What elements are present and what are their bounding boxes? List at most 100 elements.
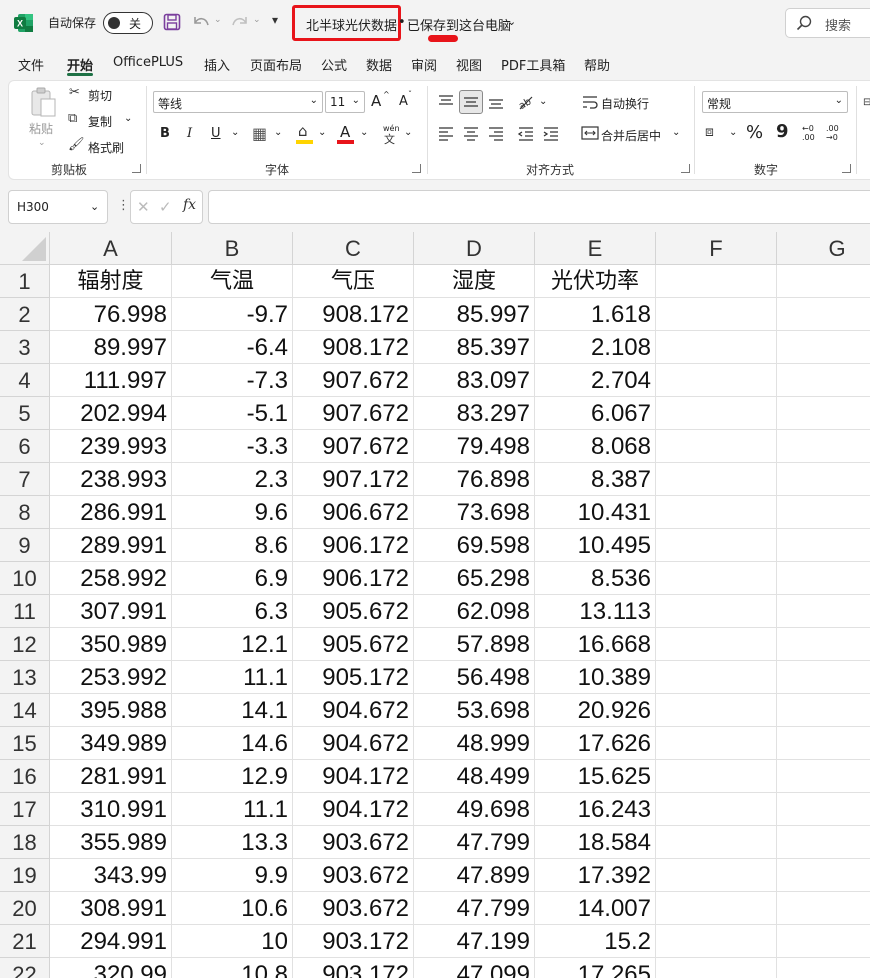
clipboard-launcher-icon[interactable] [132, 164, 141, 173]
data-cell[interactable] [656, 727, 777, 760]
data-cell[interactable]: 11.1 [172, 661, 293, 694]
paste-dropdown-icon[interactable]: ⌄ [38, 138, 46, 148]
wrap-text-label[interactable]: 自动换行 [601, 95, 649, 112]
row-header[interactable]: 20 [0, 892, 50, 925]
tab-page-layout[interactable]: 页面布局 [250, 55, 302, 74]
data-cell[interactable]: 202.994 [50, 397, 172, 430]
header-cell[interactable]: 辐射度 [50, 265, 172, 298]
align-center-icon[interactable] [461, 123, 481, 143]
header-cell[interactable] [656, 265, 777, 298]
data-cell[interactable]: 258.992 [50, 562, 172, 595]
data-cell[interactable]: 11.1 [172, 793, 293, 826]
merge-center-icon[interactable] [580, 123, 600, 143]
data-cell[interactable]: 16.668 [535, 628, 656, 661]
font-color-button[interactable]: A [340, 123, 350, 141]
data-cell[interactable] [777, 793, 870, 826]
data-cell[interactable]: 15.625 [535, 760, 656, 793]
data-cell[interactable]: 16.243 [535, 793, 656, 826]
row-header[interactable]: 2 [0, 298, 50, 331]
chevron-down-icon[interactable]: ⌄ [507, 15, 516, 28]
tab-view[interactable]: 视图 [456, 55, 482, 74]
data-cell[interactable] [656, 595, 777, 628]
data-cell[interactable] [777, 859, 870, 892]
row-header[interactable]: 4 [0, 364, 50, 397]
data-cell[interactable]: 2.704 [535, 364, 656, 397]
data-cell[interactable]: 308.991 [50, 892, 172, 925]
formula-input[interactable] [208, 190, 870, 224]
tab-review[interactable]: 审阅 [411, 55, 437, 74]
comma-button[interactable]: 9 [776, 121, 789, 142]
top-align-icon[interactable] [436, 92, 456, 112]
bottom-align-icon[interactable] [486, 92, 506, 112]
data-cell[interactable] [656, 298, 777, 331]
data-cell[interactable]: 20.926 [535, 694, 656, 727]
data-cell[interactable]: 903.172 [293, 925, 414, 958]
data-cell[interactable]: 57.898 [414, 628, 535, 661]
row-header[interactable]: 11 [0, 595, 50, 628]
data-cell[interactable]: 343.99 [50, 859, 172, 892]
data-cell[interactable] [656, 529, 777, 562]
data-cell[interactable] [656, 760, 777, 793]
data-cell[interactable]: 18.584 [535, 826, 656, 859]
data-cell[interactable] [777, 397, 870, 430]
data-cell[interactable]: 239.993 [50, 430, 172, 463]
row-header[interactable]: 3 [0, 331, 50, 364]
data-cell[interactable]: 76.898 [414, 463, 535, 496]
decrease-indent-icon[interactable] [516, 123, 536, 143]
data-cell[interactable]: 17.265 [535, 958, 656, 978]
data-cell[interactable]: 14.007 [535, 892, 656, 925]
underline-button[interactable]: U [211, 126, 221, 141]
row-header[interactable]: 12 [0, 628, 50, 661]
data-cell[interactable]: 12.1 [172, 628, 293, 661]
data-cell[interactable]: 47.899 [414, 859, 535, 892]
data-cell[interactable]: 14.6 [172, 727, 293, 760]
row-header[interactable]: 14 [0, 694, 50, 727]
data-cell[interactable]: 907.172 [293, 463, 414, 496]
row-header[interactable]: 15 [0, 727, 50, 760]
data-cell[interactable]: 253.992 [50, 661, 172, 694]
data-cell[interactable] [656, 793, 777, 826]
data-cell[interactable]: 6.9 [172, 562, 293, 595]
data-cell[interactable]: 906.172 [293, 529, 414, 562]
data-cell[interactable]: 908.172 [293, 331, 414, 364]
data-cell[interactable]: 85.997 [414, 298, 535, 331]
copy-dropdown-icon[interactable]: ⌄ [124, 113, 132, 124]
styles-group-partial-icon[interactable]: ⊟ [863, 97, 870, 108]
data-cell[interactable] [777, 661, 870, 694]
shrink-font-button[interactable]: A [399, 94, 408, 109]
currency-dropdown-icon[interactable]: ⌄ [729, 127, 737, 138]
currency-icon[interactable]: ⧈ [705, 124, 714, 140]
data-cell[interactable] [777, 364, 870, 397]
data-cell[interactable] [777, 826, 870, 859]
row-header[interactable]: 7 [0, 463, 50, 496]
data-cell[interactable]: 10.6 [172, 892, 293, 925]
column-header-b[interactable]: B [172, 232, 293, 265]
data-cell[interactable]: 307.991 [50, 595, 172, 628]
data-cell[interactable]: 10.389 [535, 661, 656, 694]
wrap-text-icon[interactable] [580, 92, 600, 112]
tab-pdf-tools[interactable]: PDF工具箱 [501, 55, 565, 74]
fill-dropdown-icon[interactable]: ⌄ [318, 127, 326, 138]
merge-center-label[interactable]: 合并后居中 [601, 127, 661, 144]
data-cell[interactable]: 281.991 [50, 760, 172, 793]
column-header-d[interactable]: D [414, 232, 535, 265]
data-cell[interactable] [656, 925, 777, 958]
data-cell[interactable]: 8.068 [535, 430, 656, 463]
font-color-dropdown-icon[interactable]: ⌄ [360, 127, 368, 138]
data-cell[interactable] [777, 463, 870, 496]
column-header-c[interactable]: C [293, 232, 414, 265]
data-cell[interactable] [656, 661, 777, 694]
data-cell[interactable]: 62.098 [414, 595, 535, 628]
data-cell[interactable]: -3.3 [172, 430, 293, 463]
data-cell[interactable] [777, 595, 870, 628]
data-cell[interactable]: 111.997 [50, 364, 172, 397]
data-cell[interactable] [656, 430, 777, 463]
data-cell[interactable] [777, 760, 870, 793]
data-cell[interactable]: 8.536 [535, 562, 656, 595]
data-cell[interactable]: 13.3 [172, 826, 293, 859]
data-cell[interactable]: 907.672 [293, 430, 414, 463]
spreadsheet-grid[interactable]: A B C D E F G 1 辐射度 气温 气压 湿度 光伏功率 2 76.998 -9.7 908.172 8… [0, 232, 870, 978]
paste-label[interactable]: 粘贴 [29, 120, 53, 137]
data-cell[interactable] [656, 397, 777, 430]
data-cell[interactable]: 15.2 [535, 925, 656, 958]
